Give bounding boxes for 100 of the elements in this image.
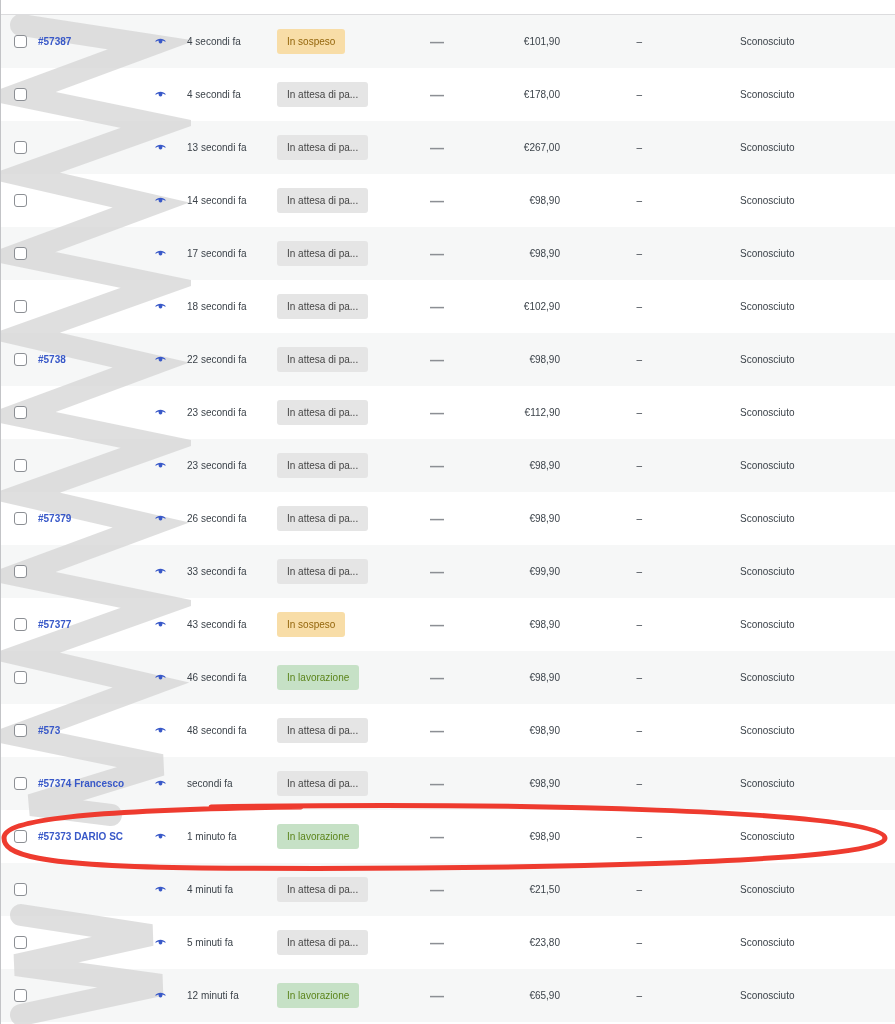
- dash-text: –: [635, 884, 642, 895]
- origin-text: Sconosciuto: [740, 248, 795, 259]
- dash-text: –: [635, 831, 642, 842]
- date-text: 13 secondi fa: [187, 142, 248, 153]
- total-text: €98,90: [528, 778, 560, 789]
- eye-icon[interactable]: [155, 409, 166, 416]
- eye-icon[interactable]: [155, 674, 166, 681]
- eye-icon[interactable]: [155, 197, 166, 204]
- row-checkbox[interactable]: [14, 989, 27, 1002]
- order-link[interactable]: #5738: [38, 354, 66, 365]
- status-badge: In attesa di pa...: [277, 347, 369, 372]
- date-text: secondi fa: [187, 778, 234, 789]
- row-checkbox[interactable]: [14, 777, 27, 790]
- dash-text: –: [635, 778, 642, 789]
- row-checkbox[interactable]: [14, 353, 27, 366]
- order-link[interactable]: #57373 DARIO SC: [38, 831, 124, 842]
- eye-icon[interactable]: [155, 568, 166, 575]
- eye-icon[interactable]: [155, 939, 166, 946]
- total-text: €98,90: [528, 354, 560, 365]
- origin-text: Sconosciuto: [740, 937, 795, 948]
- eye-icon[interactable]: [155, 727, 166, 734]
- dash-text: —: [430, 404, 445, 421]
- eye-icon[interactable]: [155, 780, 166, 787]
- total-text: €101,90: [522, 36, 560, 47]
- origin-text: Sconosciuto: [740, 354, 795, 365]
- row-checkbox[interactable]: [14, 512, 27, 525]
- row-checkbox[interactable]: [14, 565, 27, 578]
- date-text: 17 secondi fa: [187, 248, 248, 259]
- date-text: 4 minuti fa: [187, 884, 235, 895]
- order-link[interactable]: #573: [38, 725, 61, 736]
- date-text: 12 minuti fa: [187, 990, 240, 1001]
- dash-text: —: [430, 192, 445, 209]
- total-text: €98,90: [528, 195, 560, 206]
- row-checkbox[interactable]: [14, 830, 27, 843]
- date-text: 23 secondi fa: [187, 460, 248, 471]
- row-checkbox[interactable]: [14, 88, 27, 101]
- dash-text: —: [430, 987, 445, 1004]
- row-checkbox[interactable]: [14, 300, 27, 313]
- origin-text: Sconosciuto: [740, 990, 795, 1001]
- dash-text: –: [635, 566, 642, 577]
- row-checkbox[interactable]: [14, 406, 27, 419]
- dash-text: –: [635, 142, 642, 153]
- status-badge: In lavorazione: [277, 824, 360, 849]
- status-badge: In lavorazione: [277, 665, 360, 690]
- eye-icon[interactable]: [155, 91, 166, 98]
- row-checkbox[interactable]: [14, 671, 27, 684]
- row-checkbox[interactable]: [14, 194, 27, 207]
- order-link[interactable]: #57374 Francesco: [38, 778, 125, 789]
- status-badge: In attesa di pa...: [277, 559, 369, 584]
- eye-icon[interactable]: [155, 886, 166, 893]
- dash-text: –: [635, 301, 642, 312]
- eye-icon[interactable]: [155, 462, 166, 469]
- eye-icon[interactable]: [155, 144, 166, 151]
- order-link[interactable]: #57387: [38, 36, 72, 47]
- eye-icon[interactable]: [155, 515, 166, 522]
- dash-text: –: [635, 725, 642, 736]
- eye-icon[interactable]: [155, 621, 166, 628]
- dash-text: –: [635, 354, 642, 365]
- dash-text: —: [430, 510, 445, 527]
- dash-text: —: [430, 33, 445, 50]
- status-badge: In attesa di pa...: [277, 188, 369, 213]
- dash-text: —: [430, 881, 445, 898]
- eye-icon[interactable]: [155, 303, 166, 310]
- row-checkbox[interactable]: [14, 141, 27, 154]
- row-checkbox[interactable]: [14, 724, 27, 737]
- status-badge: In attesa di pa...: [277, 453, 369, 478]
- row-checkbox[interactable]: [14, 35, 27, 48]
- row-checkbox[interactable]: [14, 247, 27, 260]
- total-text: €98,90: [528, 619, 560, 630]
- origin-text: Sconosciuto: [740, 460, 795, 471]
- dash-text: —: [430, 669, 445, 686]
- date-text: 4 secondi fa: [187, 89, 242, 100]
- status-badge: In attesa di pa...: [277, 718, 369, 743]
- eye-icon[interactable]: [155, 38, 166, 45]
- origin-text: Sconosciuto: [740, 619, 795, 630]
- total-text: €65,90: [528, 990, 560, 1001]
- status-badge: In attesa di pa...: [277, 877, 369, 902]
- status-badge: In attesa di pa...: [277, 400, 369, 425]
- row-checkbox[interactable]: [14, 459, 27, 472]
- eye-icon[interactable]: [155, 356, 166, 363]
- order-link[interactable]: #57379: [38, 513, 72, 524]
- date-text: 14 secondi fa: [187, 195, 248, 206]
- order-link[interactable]: #57377: [38, 619, 72, 630]
- row-checkbox[interactable]: [14, 883, 27, 896]
- eye-icon[interactable]: [155, 833, 166, 840]
- total-text: €98,90: [528, 460, 560, 471]
- origin-text: Sconosciuto: [740, 89, 795, 100]
- row-checkbox[interactable]: [14, 618, 27, 631]
- dash-text: —: [430, 722, 445, 739]
- row-checkbox[interactable]: [14, 936, 27, 949]
- eye-icon[interactable]: [155, 250, 166, 257]
- total-text: €98,90: [528, 513, 560, 524]
- dash-text: —: [430, 563, 445, 580]
- dash-text: –: [635, 89, 642, 100]
- date-text: 23 secondi fa: [187, 407, 248, 418]
- eye-icon[interactable]: [155, 992, 166, 999]
- dash-text: —: [430, 828, 445, 845]
- dash-text: —: [430, 139, 445, 156]
- dash-text: –: [635, 407, 642, 418]
- total-text: €99,90: [528, 566, 560, 577]
